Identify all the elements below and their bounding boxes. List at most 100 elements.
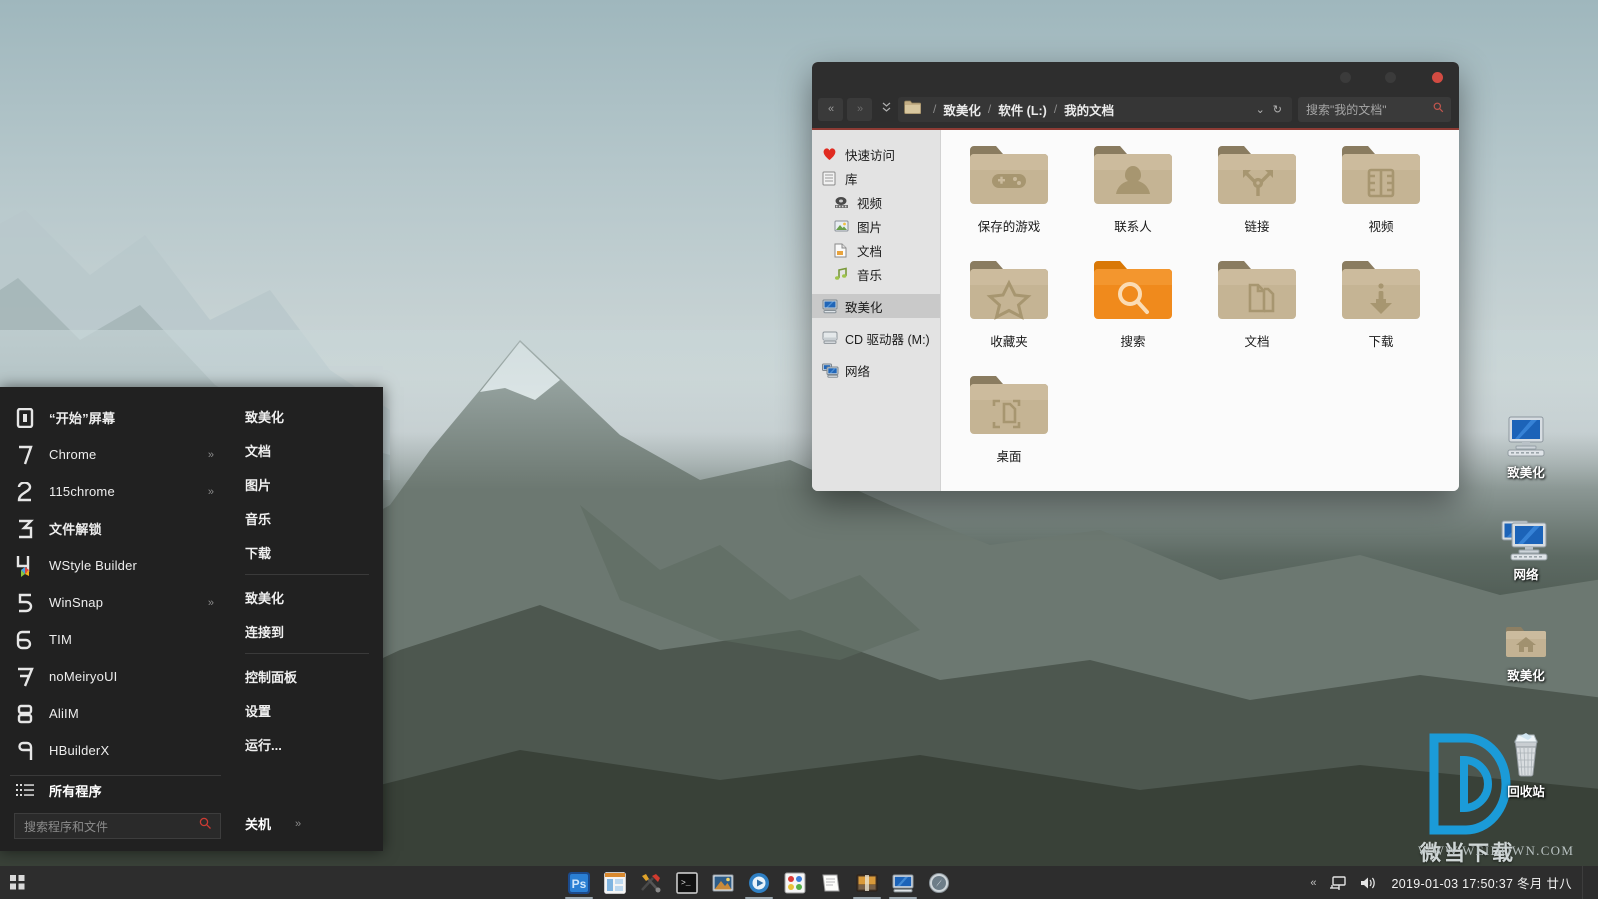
start-menu-place-music[interactable]: 音乐 — [231, 501, 383, 535]
maximize-button[interactable] — [1385, 72, 1396, 83]
start-menu-place-pictures[interactable]: 图片 — [231, 467, 383, 501]
start-menu-item-wstyle-builder[interactable]: WStyle Builder — [0, 547, 231, 584]
breadcrumb-separator: / — [987, 102, 992, 116]
network-tray-icon[interactable] — [1323, 875, 1353, 891]
forward-button[interactable]: » — [847, 97, 872, 121]
history-dropdown-icon[interactable] — [878, 102, 894, 116]
explorer-title-bar[interactable] — [812, 62, 1459, 90]
start-menu-item-nomeiryoui[interactable]: noMeiryoUI — [0, 658, 231, 695]
folder-item[interactable]: 文档 — [1195, 255, 1319, 370]
start-menu-places-panel: 致美化 文档 图片 音乐 下载 致美化 连接到 控制面板 设置 运行... 关机… — [231, 387, 383, 851]
shutdown-label: 关机 — [245, 817, 272, 832]
breadcrumb-item-current[interactable]: 我的文档 — [1064, 100, 1114, 119]
picture-icon — [834, 220, 852, 233]
refresh-icon[interactable]: ↻ — [1269, 103, 1286, 116]
watermark-text: 微当下载 — [1420, 842, 1516, 865]
folder-label: 保存的游戏 — [977, 220, 1041, 234]
start-menu-place-run[interactable]: 运行... — [231, 727, 383, 761]
start-menu-place-settings[interactable]: 设置 — [231, 693, 383, 727]
taskbar-app-tools[interactable] — [633, 866, 669, 899]
sidebar-item-documents[interactable]: 文档 — [812, 238, 940, 262]
back-button[interactable]: « — [818, 97, 843, 121]
desktop-icon-recycle-bin[interactable]: 回收站 — [1483, 732, 1569, 800]
taskbar-app-computer[interactable] — [885, 866, 921, 899]
sidebar-item-network[interactable]: 网络 — [812, 358, 940, 382]
start-menu-item-115chrome[interactable]: 115chrome » — [0, 473, 231, 510]
start-menu-item-start-screen[interactable]: “开始”屏幕 — [0, 399, 231, 436]
taskbar-app-notes[interactable] — [813, 866, 849, 899]
explorer-search-input[interactable]: 搜索"我的文档" — [1298, 96, 1451, 122]
folder-label: 下载 — [1368, 335, 1394, 349]
sidebar-item-quick-access[interactable]: 快速访问 — [812, 142, 940, 166]
desktop-icon-network[interactable]: 网络 — [1483, 517, 1569, 583]
start-menu-item-aliim[interactable]: AliIM — [0, 695, 231, 732]
taskbar-app-paint[interactable] — [777, 866, 813, 899]
start-menu-item-label: 115chrome — [49, 484, 115, 499]
tray-expand-button[interactable]: « — [1302, 877, 1323, 889]
folder-item[interactable]: 保存的游戏 — [947, 140, 1071, 255]
start-menu-item-winsnap[interactable]: WinSnap » — [0, 584, 231, 621]
place-label: 致美化 — [245, 590, 285, 606]
folder-item[interactable]: 下载 — [1319, 255, 1443, 370]
digit-1-icon — [12, 442, 38, 468]
start-menu-place-control-panel[interactable]: 控制面板 — [231, 659, 383, 693]
start-menu-item-tim[interactable]: TIM — [0, 621, 231, 658]
folder-item[interactable]: 收藏夹 — [947, 255, 1071, 370]
breadcrumb-item-root[interactable]: 致美化 — [943, 100, 981, 119]
desktop-icon-label: 回收站 — [1507, 785, 1545, 799]
taskbar-app-file-manager[interactable] — [597, 866, 633, 899]
start-menu-place-zhimeihua-user[interactable]: 致美化 — [231, 399, 383, 433]
start-button[interactable] — [0, 866, 34, 899]
show-desktop-button[interactable] — [1582, 866, 1592, 899]
start-menu-place-documents[interactable]: 文档 — [231, 433, 383, 467]
taskbar-app-icons: Ps >_ — [561, 866, 957, 899]
start-menu-search-input[interactable]: 搜索程序和文件 — [14, 813, 221, 839]
home-folder-icon — [1506, 627, 1546, 657]
taskbar-app-browser[interactable] — [921, 866, 957, 899]
svg-text:Ps: Ps — [572, 877, 587, 891]
sidebar-item-pictures[interactable]: 图片 — [812, 214, 940, 238]
start-menu-place-computer[interactable]: 致美化 — [231, 580, 383, 614]
taskbar-app-media-player[interactable] — [741, 866, 777, 899]
folder-item[interactable]: 联系人 — [1071, 140, 1195, 255]
sidebar-item-cd-drive[interactable]: CD 驱动器 (M:) — [812, 326, 940, 350]
sidebar-item-music[interactable]: 音乐 — [812, 262, 940, 286]
desktop-folder-icon — [970, 376, 1048, 434]
taskbar-app-photo-viewer[interactable] — [705, 866, 741, 899]
submenu-arrow: » — [207, 596, 214, 609]
breadcrumb-dropdown-icon[interactable]: ⌄ — [1252, 103, 1269, 116]
sidebar-item-label: 致美化 — [845, 300, 883, 315]
breadcrumb[interactable]: / 致美化 / 软件 (L:) / 我的文档 ⌄ ↻ — [898, 96, 1292, 122]
start-menu-shutdown-button[interactable]: 关机 » — [231, 814, 383, 851]
start-menu-place-downloads[interactable]: 下载 — [231, 535, 383, 569]
minimize-button[interactable] — [1340, 72, 1351, 83]
desktop-icon-computer[interactable]: 致美化 — [1483, 415, 1569, 481]
start-menu-all-programs[interactable]: 所有程序 — [10, 775, 221, 805]
volume-tray-icon[interactable] — [1353, 875, 1383, 891]
taskbar-app-archive[interactable] — [849, 866, 885, 899]
taskbar-app-photoshop[interactable]: Ps — [561, 866, 597, 899]
sidebar-item-label: 视频 — [857, 196, 883, 211]
close-button[interactable] — [1432, 72, 1443, 83]
sidebar-item-libraries[interactable]: 库 — [812, 166, 940, 190]
notes-icon — [822, 874, 840, 891]
folder-item[interactable]: 视频 — [1319, 140, 1443, 255]
clock[interactable]: 2019-01-03 17:50:37 冬月 廿八 — [1383, 873, 1582, 892]
start-menu-item-chrome[interactable]: Chrome » — [0, 436, 231, 473]
folder-label: 视频 — [1368, 220, 1394, 234]
sidebar-item-videos[interactable]: 视频 — [812, 190, 940, 214]
folder-icon — [904, 100, 922, 119]
start-menu-item-file-unlock[interactable]: 文件解锁 — [0, 510, 231, 547]
desktop-icon-home-folder[interactable]: 致美化 — [1483, 622, 1569, 684]
start-menu-item-hbuilderx[interactable]: HBuilderX — [0, 732, 231, 769]
folder-item[interactable]: 桌面 — [947, 370, 1071, 485]
breadcrumb-item-drive[interactable]: 软件 (L:) — [998, 100, 1047, 119]
folder-item[interactable]: 搜索 — [1071, 255, 1195, 370]
taskbar-app-terminal[interactable]: >_ — [669, 866, 705, 899]
sidebar-item-label: 网络 — [845, 364, 871, 379]
sidebar-item-computer[interactable]: 致美化 — [812, 294, 940, 318]
folder-item[interactable]: 链接 — [1195, 140, 1319, 255]
start-menu-place-connect-to[interactable]: 连接到 — [231, 614, 383, 648]
desktop-icon-label: 网络 — [1513, 568, 1539, 582]
